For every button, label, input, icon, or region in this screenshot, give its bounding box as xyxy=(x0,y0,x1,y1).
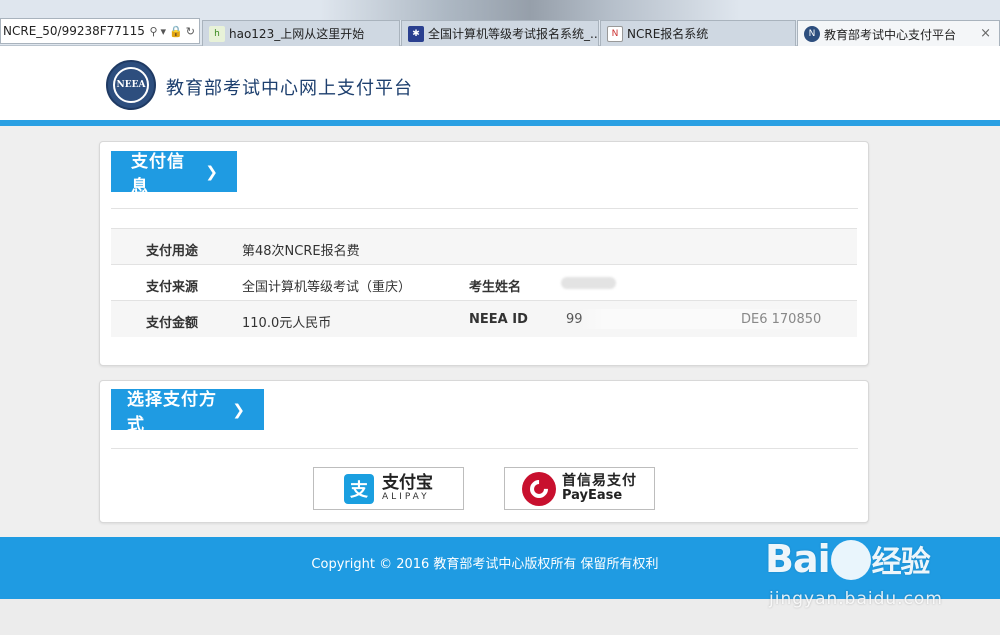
divider xyxy=(111,448,858,449)
source-label: 支付来源 xyxy=(146,280,199,295)
tab-label: 全国计算机等级考试报名系统_... xyxy=(428,27,599,41)
chevron-right-icon: ❯ xyxy=(205,162,219,181)
amount-value: 110.0元人民币 xyxy=(242,316,332,331)
watermark-url: jingyan.baidu.com xyxy=(769,589,943,609)
payease-sub: PayEase xyxy=(562,488,623,504)
tab-label: 教育部考试中心支付平台 xyxy=(824,27,957,42)
tab-neea-payment[interactable]: N 教育部考试中心支付平台 × xyxy=(797,20,1000,47)
address-bar[interactable]: NCRE_50/99238F77115 ⚲ ▾ 🔒 ↻ xyxy=(0,18,200,44)
tab-ncre-exam[interactable]: ✱ 全国计算机等级考试报名系统_... xyxy=(401,20,599,46)
tab-label: hao123_上网从这里开始 xyxy=(229,27,365,41)
site-header: NEEA 教育部考试中心网上支付平台 xyxy=(0,46,1000,120)
payment-method-panel: 选择支付方式 ❯ 支 支付宝 ALIPAY 首信易支付 PayEase xyxy=(99,380,869,523)
hao123-favicon: h xyxy=(209,25,225,42)
alipay-icon: 支 xyxy=(344,473,374,504)
header-accent-bar xyxy=(0,120,1000,126)
payment-info-table: 支付用途 第48次NCRE报名费 支付来源 全国计算机等级考试（重庆） 考生姓名… xyxy=(111,228,857,337)
address-icons: ⚲ ▾ 🔒 ↻ xyxy=(145,25,199,38)
alipay-sub: ALIPAY xyxy=(382,491,430,502)
candidate-name-label: 考生姓名 xyxy=(469,280,522,295)
neea-id-label: NEEA ID xyxy=(469,312,528,327)
ncre-icon: N xyxy=(607,25,623,42)
page-title: 教育部考试中心网上支付平台 xyxy=(166,78,413,99)
heading-label: 支付信息 xyxy=(131,151,185,197)
neea-id-tail: DE6 170850 xyxy=(741,312,822,327)
address-text[interactable]: NCRE_50/99238F77115 xyxy=(3,24,145,38)
tab-label: NCRE报名系统 xyxy=(627,27,709,41)
table-row: 支付来源 全国计算机等级考试（重庆） 考生姓名 xyxy=(111,264,857,300)
payease-text: 首信易支付 PayEase xyxy=(562,472,637,504)
logo-text: NEEA xyxy=(113,67,149,103)
refresh-icon[interactable]: ↻ xyxy=(186,25,195,38)
dropdown-icon[interactable]: ▾ xyxy=(161,25,167,38)
heading-label: 选择支付方式 xyxy=(127,389,217,435)
tab-hao123[interactable]: h hao123_上网从这里开始 xyxy=(202,20,400,46)
watermark-logo: Bai 经验 xyxy=(765,537,931,582)
baidu-watermark: Bai 经验 jingyan.baidu.com xyxy=(765,527,995,617)
neea-icon: N xyxy=(804,26,820,42)
lock-icon: 🔒 xyxy=(169,24,183,38)
search-icon[interactable]: ⚲ xyxy=(149,25,157,38)
payease-name: 首信易支付 xyxy=(562,472,637,489)
watermark-brand-right: 经验 xyxy=(871,545,931,580)
payease-icon xyxy=(522,471,556,506)
alipay-text: 支付宝 ALIPAY xyxy=(382,474,433,503)
table-row: 支付用途 第48次NCRE报名费 xyxy=(111,228,857,264)
alipay-name: 支付宝 xyxy=(382,473,433,494)
tab-ncre-system[interactable]: N NCRE报名系统 xyxy=(600,20,796,46)
browser-chrome: NCRE_50/99238F77115 ⚲ ▾ 🔒 ↻ h hao123_上网从… xyxy=(0,0,1000,47)
divider xyxy=(111,208,858,209)
close-icon[interactable]: × xyxy=(980,26,991,41)
chevron-right-icon: ❯ xyxy=(232,400,246,419)
table-row: 支付金额 110.0元人民币 NEEA ID 99 DE6 170850 xyxy=(111,300,857,337)
source-value: 全国计算机等级考试（重庆） xyxy=(242,280,412,295)
alipay-option[interactable]: 支 支付宝 ALIPAY xyxy=(313,467,464,510)
desktop-background xyxy=(320,0,740,20)
neea-logo: NEEA xyxy=(106,60,156,110)
amount-label: 支付金额 xyxy=(146,316,199,331)
payment-info-heading: 支付信息 ❯ xyxy=(111,151,237,197)
payment-method-heading: 选择支付方式 ❯ xyxy=(111,389,264,435)
redacted-name xyxy=(561,277,616,289)
purpose-value: 第48次NCRE报名费 xyxy=(242,244,360,259)
paw-icon: ✱ xyxy=(408,25,424,42)
payease-option[interactable]: 首信易支付 PayEase xyxy=(504,467,655,510)
purpose-label: 支付用途 xyxy=(146,244,199,259)
watermark-brand-left: Bai xyxy=(765,537,831,581)
paw-icon xyxy=(830,539,871,580)
payment-info-panel: 支付信息 ❯ 支付用途 第48次NCRE报名费 支付来源 全国计算机等级考试（重… xyxy=(99,141,869,366)
